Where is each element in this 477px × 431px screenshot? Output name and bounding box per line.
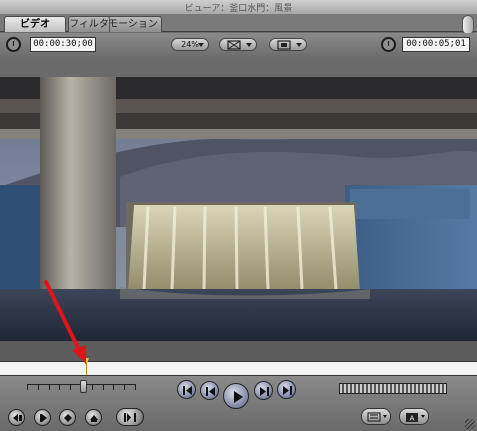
shuttle-tick (103, 385, 104, 390)
add-marker-button[interactable] (59, 409, 76, 426)
window-title: ビューア：釜口水門：風景 (184, 4, 293, 14)
shuttle-tick (113, 385, 114, 390)
step-forward-button[interactable] (254, 381, 273, 400)
go-to-out-button[interactable] (277, 380, 296, 399)
generator-popup[interactable]: A (399, 408, 429, 425)
view-popup[interactable] (219, 38, 257, 51)
mark-out-button[interactable] (85, 409, 102, 426)
jog-control[interactable] (339, 383, 447, 394)
view-mode-icon (227, 40, 241, 50)
add-marker-icon (64, 414, 72, 422)
shuttle-tick (38, 385, 39, 390)
chevron-down-icon (296, 43, 302, 47)
title-bar[interactable]: ビューア：釜口水門：風景 (0, 0, 477, 14)
current-timecode-field[interactable]: 00:00:05;01 (402, 37, 470, 52)
overlay-popup[interactable] (269, 38, 307, 51)
recent-clips-icon (367, 412, 387, 422)
recent-clips-popup[interactable] (361, 408, 391, 425)
match-frame-button[interactable] (116, 408, 144, 426)
tab-motion[interactable]: モーション (104, 16, 162, 32)
play-icon (234, 391, 243, 403)
tab-video[interactable]: ビデオ (4, 16, 66, 32)
tab-filters[interactable]: フィルタ (68, 16, 110, 32)
viewer-control-row: 00:00:30;00 24% 00:00:05;01 (0, 33, 477, 57)
shuttle-tick (70, 385, 71, 390)
chevron-down-icon (246, 43, 252, 47)
overlay-frame-icon (277, 40, 291, 50)
window-scroll-pill[interactable] (462, 15, 474, 35)
mark-in-button[interactable] (34, 409, 51, 426)
shuttle-tick (135, 385, 136, 390)
zoom-popup[interactable]: 24% (171, 38, 209, 51)
generator-icon: A (406, 413, 425, 423)
playhead-line (86, 363, 87, 375)
go-to-in-button[interactable] (177, 380, 196, 399)
zoom-label: 24% (181, 40, 199, 49)
mark-in-icon (40, 414, 47, 422)
step-back-button[interactable] (200, 381, 219, 400)
shuttle-tick (124, 385, 125, 390)
shuttle-tick (49, 385, 50, 390)
insert-icon (13, 414, 22, 422)
scrubber-bar[interactable] (0, 361, 477, 376)
match-frame-icon (124, 413, 136, 422)
duration-timecode-field[interactable]: 00:00:30;00 (30, 37, 96, 52)
duration-clock-icon (6, 37, 21, 52)
resize-grip[interactable] (465, 419, 475, 429)
shuttle-tick (92, 385, 93, 390)
shuttle-tick (27, 385, 28, 390)
mark-out-icon (90, 415, 98, 422)
tab-bar: ビデオ モーション フィルタ (0, 14, 477, 35)
current-time-clock-icon (381, 37, 396, 52)
viewer-window: ビューア：釜口水門：風景 ビデオ モーション フィルタ 00:00:30;00 … (0, 0, 477, 431)
insert-button[interactable] (8, 409, 25, 426)
go-to-out-icon (283, 386, 292, 395)
step-forward-icon (260, 387, 269, 396)
shuttle-knob[interactable] (80, 380, 87, 393)
go-to-in-icon (183, 386, 192, 395)
video-frame[interactable] (0, 77, 477, 341)
step-back-icon (206, 387, 215, 396)
transport-controls: A (0, 376, 477, 431)
shuttle-tick (59, 385, 60, 390)
chevron-down-icon (198, 43, 204, 47)
svg-text:A: A (410, 415, 415, 423)
dam-waterfall-scene (0, 77, 477, 341)
play-button[interactable] (223, 383, 249, 409)
